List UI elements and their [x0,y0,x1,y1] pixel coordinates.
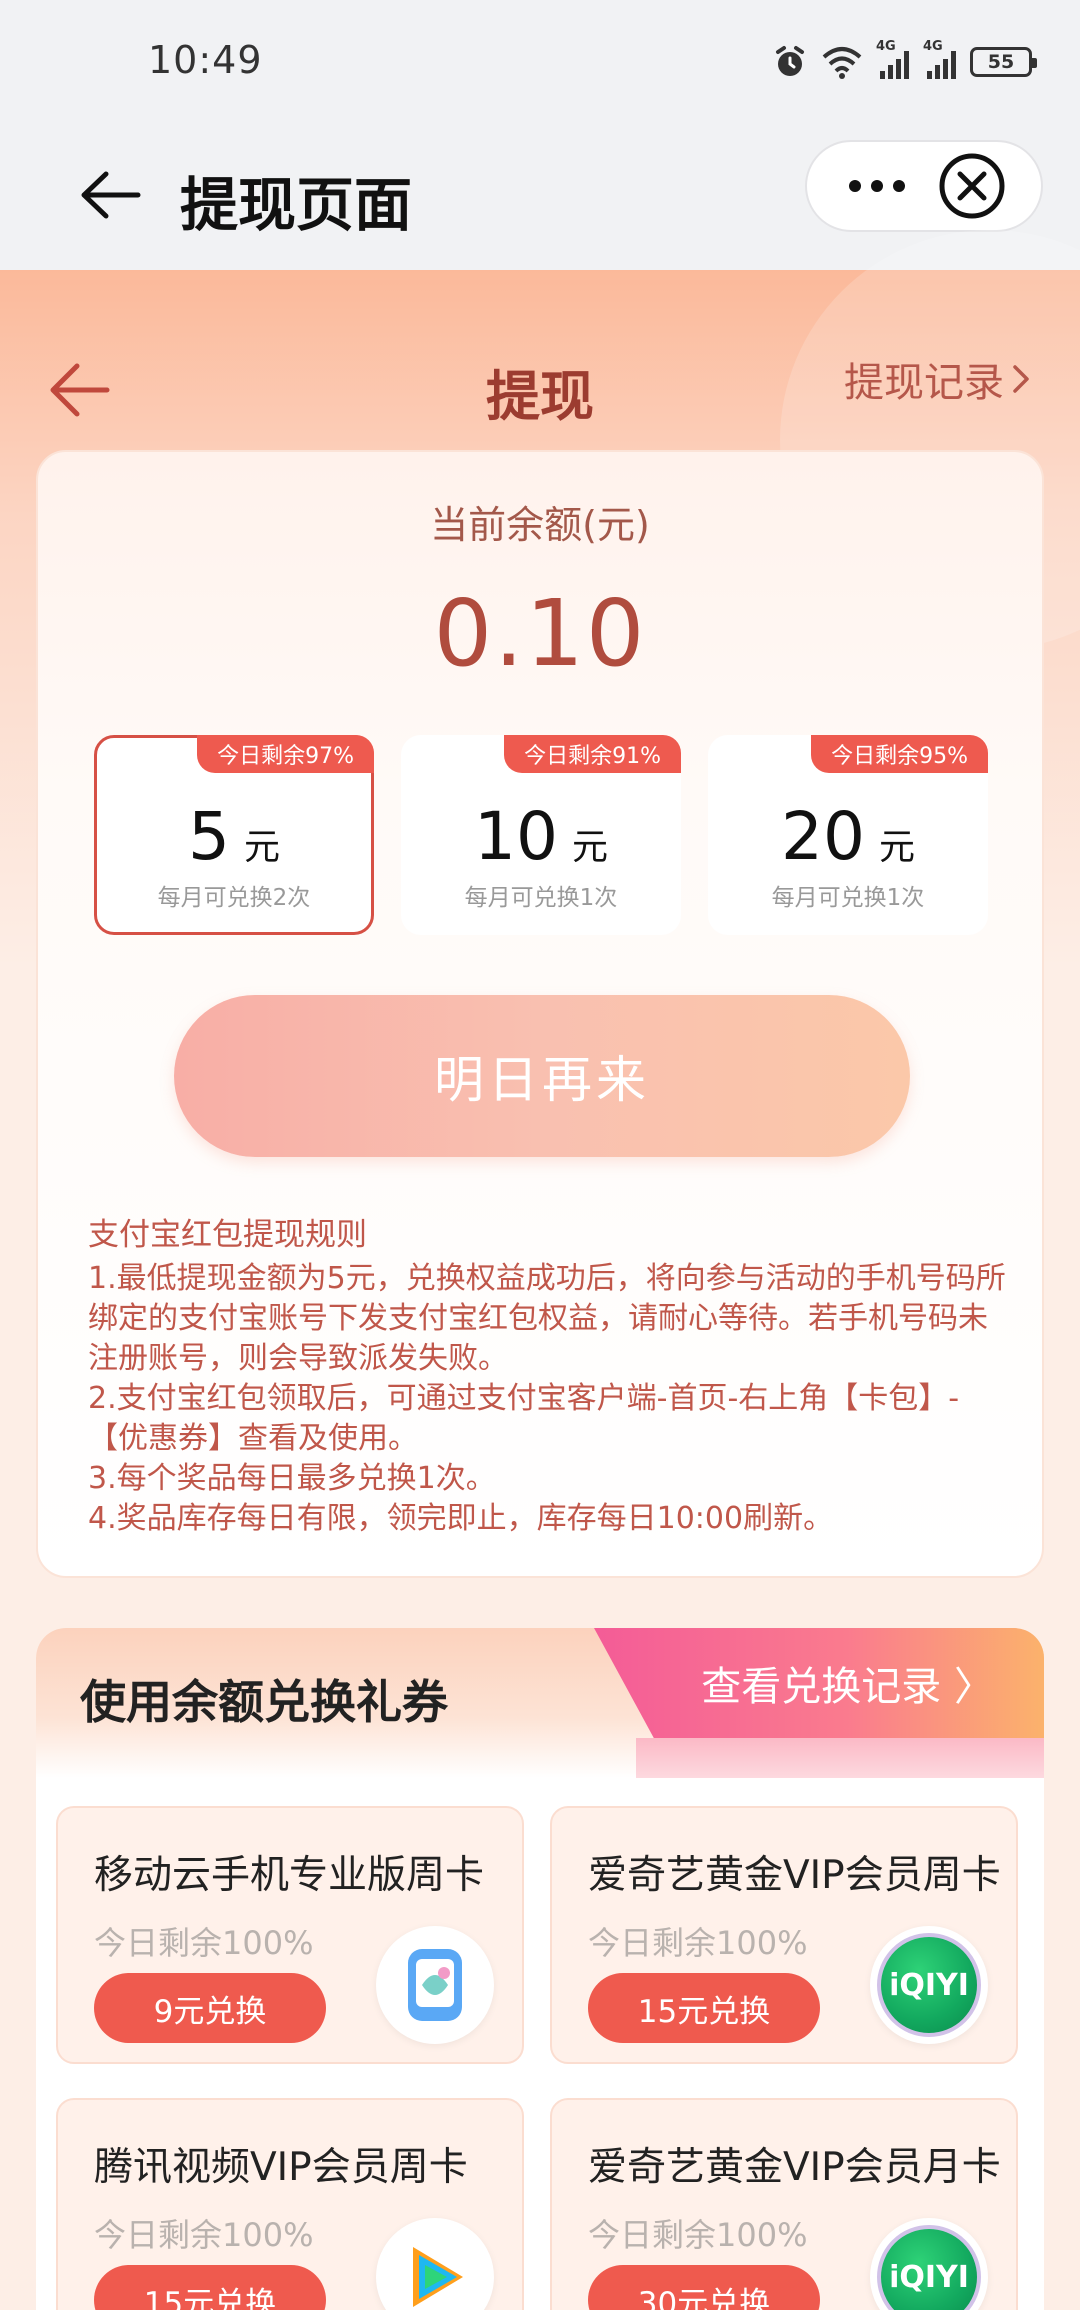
option-amount-value: 10 [474,798,558,875]
status-bar: 10:49 4G 4G 55 [0,0,1080,120]
network-type: 4G [923,39,943,54]
coupon-name: 爱奇艺黄金VIP会员月卡 [588,2145,1001,2190]
option-amount-unit: 元 [243,827,280,868]
iqiyi-logo-text: iQIYI [877,1933,981,2037]
option-stock-badge: 今日剩余91% [504,735,681,773]
coupon-stock: 今日剩余100% [588,1924,808,1962]
withdraw-record-link[interactable]: 提现记录 [844,350,1030,408]
wifi-icon [822,47,862,79]
rule-item: 2.支付宝红包领取后，可通过支付宝客户端-首页-右上角【卡包】-【优惠券】查看及… [88,1381,960,1456]
more-button[interactable] [837,146,917,226]
coupon-name: 腾讯视频VIP会员周卡 [94,2145,468,2190]
arrow-left-icon [81,171,141,219]
signal-4g-icon: 4G [876,39,909,79]
rule-item: 4.奖品库存每日有限，领完即止，库存每日10:00刷新。 [88,1501,834,1536]
balance-label: 当前余额(元) [430,503,650,547]
coupon-card[interactable]: 移动云手机专业版周卡 今日剩余100% 9元兑换 [56,1806,524,2064]
rules-title: 支付宝红包提现规则 [88,1217,367,1253]
iqiyi-icon: iQIYI [870,1926,988,2044]
coupon-card[interactable]: 爱奇艺黄金VIP会员周卡 今日剩余100% 15元兑换 iQIYI [550,1806,1018,2064]
coupon-exchange-button[interactable]: 15元兑换 [94,2265,326,2310]
option-stock-badge: 今日剩余95% [811,735,988,773]
exchange-record-link[interactable]: 查看兑换记录 〉 [594,1628,1044,1738]
coupon-name: 移动云手机专业版周卡 [94,1853,485,1898]
tencent-video-icon [376,2218,494,2310]
exchange-section: 使用余额兑换礼券 查看兑换记录 〉 移动云手机专业版周卡 今日剩余100% 9元… [36,1628,1044,2310]
option-limit: 每月可兑换1次 [771,885,925,911]
cloud-phone-icon [376,1926,494,2044]
iqiyi-logo-text: iQIYI [877,2225,981,2310]
rule-item: 3.每个奖品每日最多兑换1次。 [88,1461,496,1496]
withdraw-card: 当前余额(元) 0.10 今日剩余97% 5元 每月可兑换2次 今日剩余91% … [36,450,1044,1578]
option-limit: 每月可兑换2次 [157,885,311,911]
status-time: 10:49 [148,38,263,82]
withdraw-option-20[interactable]: 今日剩余95% 20 元 每月可兑换1次 [708,735,988,935]
network-type: 4G [876,39,896,54]
page-title: 提现页面 [180,171,413,239]
option-amount-unit: 元 [878,827,915,868]
status-icons: 4G 4G 55 [772,39,1037,84]
withdraw-rules: 支付宝红包提现规则 1.最低提现金额为5元，兑换权益成功后，将向参与活动的手机号… [88,1215,1008,1539]
option-amount-value: 20 [781,798,865,875]
more-dots-icon [848,180,905,192]
coupon-stock: 今日剩余100% [588,2216,808,2254]
option-amount: 10 元 [404,798,678,875]
battery-icon: 55 [970,47,1037,77]
withdraw-record-label: 提现记录 [844,360,1004,406]
exchange-record-label: 查看兑换记录 〉 [701,1664,994,1710]
withdraw-option-5[interactable]: 今日剩余97% 5元 每月可兑换2次 [94,735,374,935]
coupon-card[interactable]: 腾讯视频VIP会员周卡 今日剩余100% 15元兑换 [56,2098,524,2310]
rule-item: 1.最低提现金额为5元，兑换权益成功后，将向参与活动的手机号码所绑定的支付宝账号… [88,1261,1006,1376]
balance-value: 0.10 [433,580,647,687]
coupon-exchange-button[interactable]: 15元兑换 [588,1973,820,2043]
coupon-name: 爱奇艺黄金VIP会员周卡 [588,1853,1001,1898]
withdraw-button[interactable]: 明日再来 [174,995,910,1157]
iqiyi-icon: iQIYI [870,2218,988,2310]
coupon-card[interactable]: 爱奇艺黄金VIP会员月卡 今日剩余100% 30元兑换 iQIYI [550,2098,1018,2310]
option-limit: 每月可兑换1次 [464,885,618,911]
close-circle-icon [939,153,1004,219]
back-button[interactable] [70,155,150,235]
option-amount: 20 元 [711,798,985,875]
withdraw-option-10[interactable]: 今日剩余91% 10 元 每月可兑换1次 [401,735,681,935]
option-stock-badge: 今日剩余97% [197,735,374,773]
coupon-stock: 今日剩余100% [94,2216,314,2254]
mini-app-capsule [805,140,1043,232]
coupon-stock: 今日剩余100% [94,1924,314,1962]
option-amount-value: 5 [187,798,230,875]
signal-4g-icon: 4G [923,39,956,79]
option-amount: 5元 [97,798,371,875]
battery-level: 55 [987,51,1015,73]
exchange-title: 使用余额兑换礼券 [80,1675,448,1729]
coupon-exchange-button[interactable]: 30元兑换 [588,2265,820,2310]
chevron-right-icon [1013,365,1029,393]
alarm-icon [776,46,804,76]
close-button[interactable] [932,146,1012,226]
option-amount-unit: 元 [571,827,608,868]
coupon-exchange-button[interactable]: 9元兑换 [94,1973,326,2043]
exchange-header-strip [636,1738,1044,1778]
